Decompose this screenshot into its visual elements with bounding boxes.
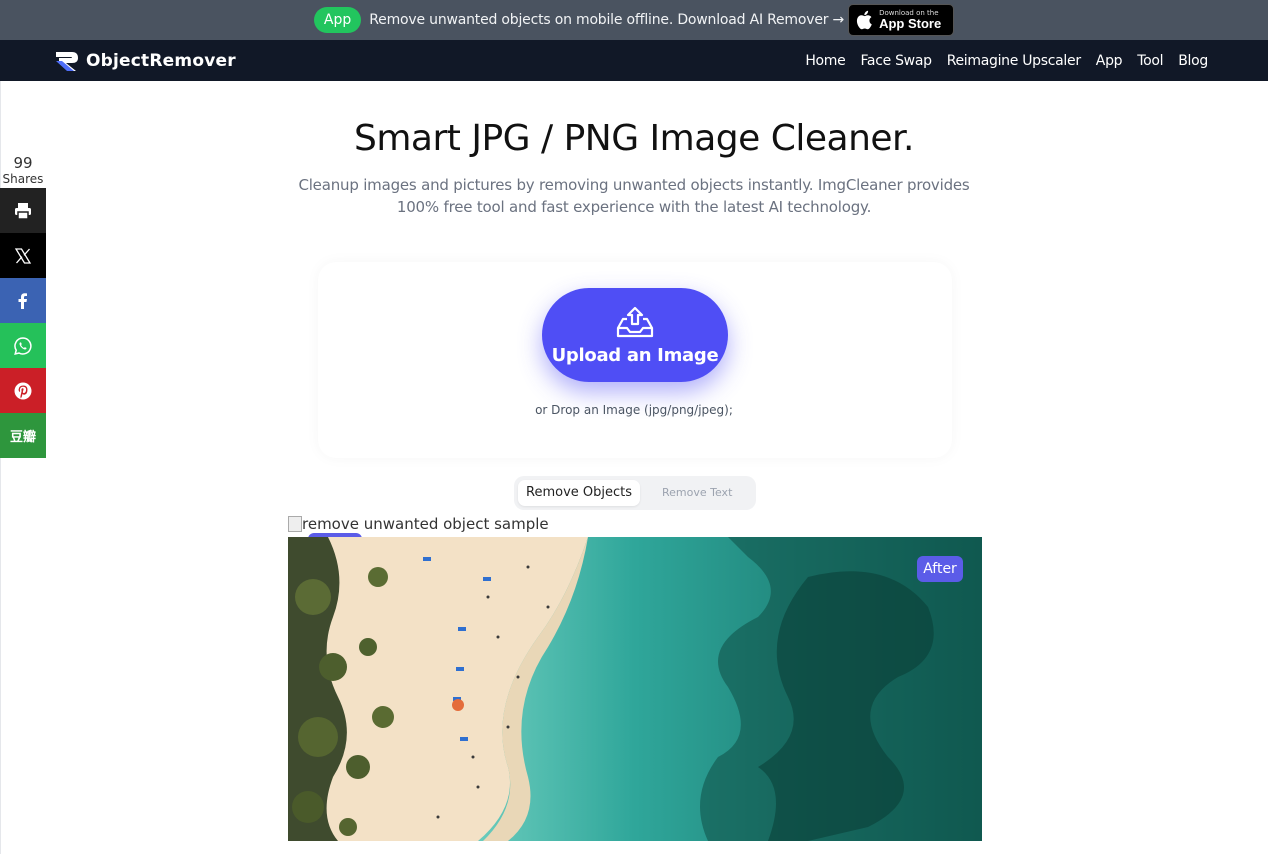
- app-badge[interactable]: App: [313, 7, 362, 33]
- nav-link-face-swap[interactable]: Face Swap: [860, 53, 932, 69]
- share-print-button[interactable]: [0, 188, 46, 233]
- x-icon: [14, 247, 32, 264]
- nav-link-home[interactable]: Home: [805, 53, 845, 69]
- logo[interactable]: ObjectRemover: [54, 50, 236, 72]
- nav-links: Home Face Swap Reimagine Upscaler App To…: [790, 40, 1208, 81]
- nav-link-reimagine-upscaler[interactable]: Reimagine Upscaler: [947, 53, 1081, 69]
- pinterest-icon: [14, 382, 32, 399]
- app-store-button[interactable]: Download on the App Store: [848, 4, 955, 36]
- share-facebook-button[interactable]: [0, 278, 46, 323]
- promo-bar: App Remove unwanted objects on mobile of…: [0, 0, 1268, 40]
- share-count-label: Shares: [2, 172, 44, 186]
- nav-link-blog[interactable]: Blog: [1178, 53, 1208, 69]
- apple-icon: [857, 10, 872, 30]
- upload-image-button[interactable]: Upload an Image: [542, 288, 728, 382]
- page-title: Smart JPG / PNG Image Cleaner.: [354, 118, 915, 159]
- beach-aerial-picture: [288, 537, 982, 841]
- share-x-button[interactable]: [0, 233, 46, 278]
- after-badge: After: [917, 556, 963, 582]
- tab-remove-objects[interactable]: Remove Objects: [518, 480, 640, 506]
- store-big-text: App Store: [879, 16, 942, 31]
- douban-icon: 豆瓣: [9, 430, 36, 445]
- sample-image-alt: remove unwanted object sample: [288, 515, 549, 533]
- whatsapp-icon: [14, 336, 32, 355]
- promo-text[interactable]: Remove unwanted objects on mobile offlin…: [369, 12, 844, 28]
- upload-button-label: Upload an Image: [551, 344, 719, 366]
- upload-tray-icon: [616, 306, 654, 337]
- broken-image-icon: [288, 516, 302, 532]
- share-whatsapp-button[interactable]: [0, 323, 46, 368]
- mode-tabs: Remove Objects Remove Text: [514, 476, 756, 510]
- facebook-icon: [18, 292, 27, 309]
- share-count: 99 Shares: [0, 154, 46, 188]
- logo-mark-icon: [56, 52, 78, 71]
- nav-link-app[interactable]: App: [1096, 53, 1123, 69]
- sample-alt-text: remove unwanted object sample: [302, 515, 549, 533]
- sample-image: [288, 537, 982, 841]
- share-douban-button[interactable]: 豆瓣: [0, 413, 46, 458]
- nav-link-tool[interactable]: Tool: [1137, 53, 1163, 69]
- print-icon: [15, 202, 31, 220]
- page-subtitle: Cleanup images and pictures by removing …: [298, 176, 970, 216]
- brand-name: ObjectRemover: [86, 51, 236, 71]
- tab-remove-text[interactable]: Remove Text: [654, 480, 740, 506]
- main-nav: ObjectRemover Home Face Swap Reimagine U…: [0, 40, 1268, 81]
- drop-hint: or Drop an Image (jpg/png/jpeg);: [535, 403, 733, 417]
